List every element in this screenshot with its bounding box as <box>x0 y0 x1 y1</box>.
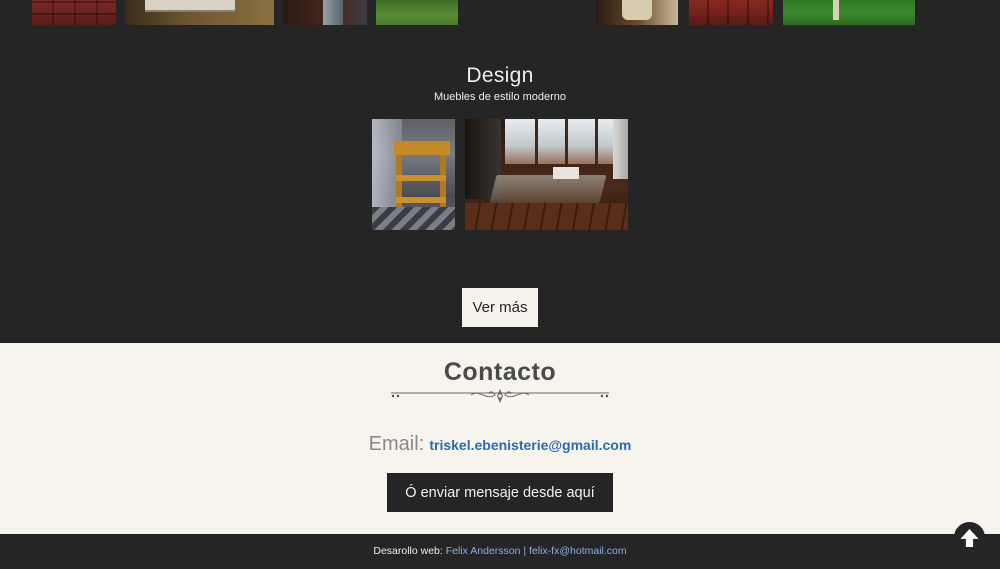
gallery-thumbnail[interactable] <box>783 0 915 25</box>
send-message-button[interactable]: Ó enviar mensaje desde aquí <box>387 473 613 512</box>
footer-prefix: Desarollo web: <box>373 545 443 557</box>
email-row: Email: triskel.ebenisterie@gmail.com <box>0 433 1000 456</box>
design-photo-cabinet[interactable] <box>372 119 455 230</box>
gallery-thumbnail[interactable] <box>689 0 773 25</box>
gallery-thumbnail[interactable] <box>596 0 678 25</box>
contact-section: Contacto Email: triskel.ebenisterie@gmai… <box>0 343 1000 534</box>
gallery-thumbnail[interactable] <box>32 0 116 25</box>
gallery-section: Design Muebles de estilo moderno Ver más <box>0 0 1000 343</box>
design-photo-coffee-table[interactable] <box>465 119 628 230</box>
divider-ornament-icon <box>391 389 609 403</box>
footer-credits: Desarollo web: Felix Andersson | felix-f… <box>0 545 1000 557</box>
design-section-title: Design <box>466 64 534 87</box>
ver-mas-button[interactable]: Ver más <box>462 288 538 327</box>
footer: Desarollo web: Felix Andersson | felix-f… <box>0 534 1000 569</box>
arrow-up-icon <box>956 524 983 551</box>
email-link[interactable]: triskel.ebenisterie@gmail.com <box>429 437 631 453</box>
design-section-subtitle: Muebles de estilo moderno <box>433 91 567 103</box>
developer-email-link[interactable]: felix-fx@hotmail.com <box>529 545 627 557</box>
gallery-thumbnail[interactable] <box>376 0 458 25</box>
gallery-thumbnail[interactable] <box>283 0 367 25</box>
developer-name-link[interactable]: Felix Andersson <box>446 545 521 557</box>
contact-title: Contacto <box>443 358 557 386</box>
gallery-thumbnail[interactable] <box>125 0 274 25</box>
email-label: Email: <box>368 433 425 455</box>
footer-separator: | <box>520 545 530 557</box>
back-to-top-button[interactable] <box>954 522 985 553</box>
